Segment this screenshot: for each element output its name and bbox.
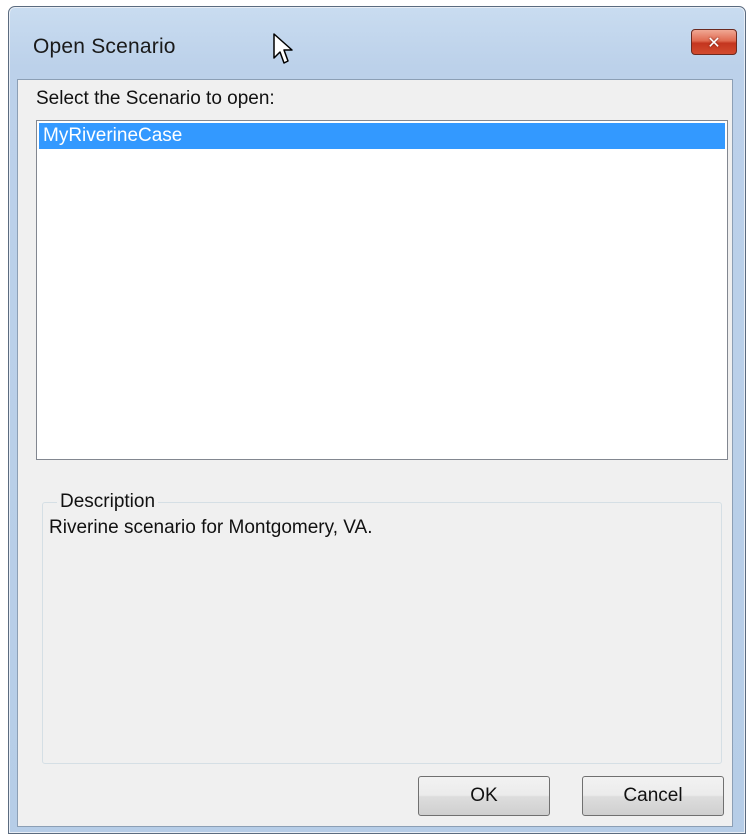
close-icon: ✕ xyxy=(707,32,721,52)
dialog-title: Open Scenario xyxy=(33,35,176,58)
dialog-body: Select the Scenario to open: MyRiverineC… xyxy=(17,79,733,827)
description-text: Riverine scenario for Montgomery, VA. xyxy=(49,517,373,538)
cancel-button[interactable]: Cancel xyxy=(582,776,724,816)
open-scenario-dialog: Open Scenario ✕ Select the Scenario to o… xyxy=(8,6,746,834)
description-label: Description xyxy=(57,491,159,513)
scenario-listbox[interactable]: MyRiverineCase xyxy=(36,120,728,460)
ok-button[interactable]: OK xyxy=(418,776,550,816)
arrow-cursor-icon xyxy=(273,33,293,64)
scenario-list-item[interactable]: MyRiverineCase xyxy=(39,123,725,149)
description-group: Description Riverine scenario for Montgo… xyxy=(42,491,722,764)
close-button[interactable]: ✕ xyxy=(691,29,737,55)
title-bar[interactable]: Open Scenario ✕ xyxy=(9,7,745,77)
select-scenario-label: Select the Scenario to open: xyxy=(36,88,275,109)
